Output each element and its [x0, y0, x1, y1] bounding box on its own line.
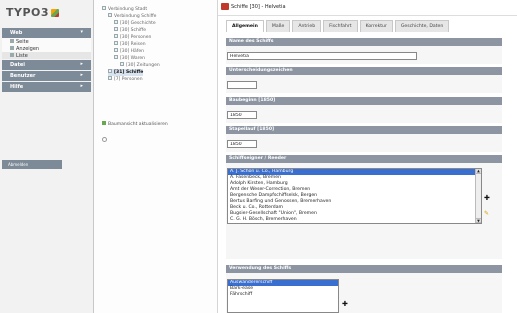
module-item-label: Seite	[16, 39, 29, 45]
page-icon	[114, 34, 118, 38]
typo3-logo: TYPO3	[0, 0, 93, 27]
tree-node[interactable]: [30] Waren	[114, 55, 145, 62]
page-icon	[114, 55, 118, 59]
tab-4[interactable]: Korrektur	[359, 20, 393, 32]
tree-refresh-label: Baumansicht aktualisieren	[108, 122, 168, 127]
section-launched: Stapellauf [1850]	[226, 126, 502, 134]
page-tree: Verbindung Stadt Verbindung Schiffe [30] G…	[94, 0, 218, 313]
add-icon[interactable]: ✚	[342, 300, 348, 308]
owners-select[interactable]: ▲ ▼ A. J. Schön u. Co., Hamburg A. Fasenbe…	[227, 168, 482, 224]
page-icon	[114, 41, 118, 45]
tree-node-label: [30] Personen	[120, 35, 152, 40]
scroll-up-icon[interactable]: ▲	[476, 169, 481, 174]
page-icon	[114, 27, 118, 31]
ship-use-select[interactable]: Auswandererschiff Bark-ease Fährschiff	[227, 279, 339, 313]
record-icon	[221, 3, 229, 10]
page-icon	[114, 48, 118, 52]
scrollbar[interactable]: ▲ ▼	[475, 169, 481, 223]
chevron-right-icon: ▸	[80, 72, 83, 78]
module-item-list[interactable]: Liste	[2, 52, 91, 59]
page-icon	[114, 20, 118, 24]
tree-node[interactable]: [7] Personen	[108, 76, 143, 83]
tree-node-label: [30] Häfen	[120, 49, 145, 54]
logout-button[interactable]: Abmelden	[2, 160, 62, 169]
tree-node[interactable]: Verbindung Schiffe	[108, 13, 156, 20]
tree-node-label: Verbindung Schiffe	[114, 14, 157, 19]
module-group-web[interactable]: Web ▾	[2, 28, 91, 38]
section-built: Baubeginn [1850]	[226, 97, 502, 105]
tree-node[interactable]: [30] Häfen	[114, 48, 144, 55]
refresh-icon	[102, 121, 106, 125]
module-item-view[interactable]: Anzeigen	[2, 45, 91, 52]
tree-node-label: [7] Personen	[114, 77, 143, 82]
chevron-right-icon: ▸	[80, 83, 83, 89]
section-name: Name des Schiffs	[226, 38, 502, 46]
typo3-logo-icon	[51, 9, 60, 17]
module-group-help[interactable]: Hilfe ▸	[2, 82, 91, 92]
add-icon[interactable]: ✚	[484, 194, 490, 202]
record-title: Schiffe [30] - Helvetia	[231, 4, 286, 10]
module-group-label: Web	[10, 30, 23, 36]
tab-2[interactable]: Antrieb	[292, 20, 322, 32]
logo-text: TYPO3	[6, 6, 50, 19]
page-icon	[108, 76, 112, 80]
tree-node-label: [30] Schiffe	[120, 28, 146, 33]
section-use: Verwendung des Schiffs	[226, 265, 502, 273]
tree-node-label: [30] Waren	[120, 56, 145, 61]
edit-form: Schiffe [30] - Helvetia Allgemein Maße Ant…	[218, 0, 517, 313]
launched-year-input[interactable]	[227, 140, 257, 148]
record-header: Schiffe [30] - Helvetia	[218, 0, 517, 16]
module-menu: TYPO3 Web ▾ Seite Anzeigen Liste Datei ▸ B…	[0, 0, 94, 313]
tree-node[interactable]: [30] Reisen	[114, 41, 146, 48]
module-group-user[interactable]: Benutzer ▸	[2, 71, 91, 81]
module-item-page[interactable]: Seite	[2, 38, 91, 45]
module-group-label: Datei	[10, 62, 26, 68]
tree-node[interactable]: [30] Geschichte	[114, 20, 156, 27]
tree-node-label: [30] Zeitungen	[126, 63, 160, 68]
tree-node-label: [30] Geschichte	[120, 21, 156, 26]
tab-bar: Allgemein Maße Antrieb Fischfahrt Korrektur G…	[226, 20, 450, 32]
module-group-label: Hilfe	[10, 84, 24, 90]
page-icon	[102, 6, 106, 10]
list-option[interactable]: Fährschiff	[228, 292, 338, 298]
tree-node[interactable]: [31] Schiffe	[108, 69, 144, 76]
edit-icon[interactable]: ✎	[484, 210, 489, 217]
ident-input[interactable]	[227, 81, 257, 89]
module-item-label: Anzeigen	[16, 46, 40, 52]
tab-3[interactable]: Fischfahrt	[323, 20, 358, 32]
page-icon	[108, 13, 112, 17]
list-icon	[10, 53, 14, 57]
chevron-down-icon: ▾	[80, 29, 83, 35]
tab-1[interactable]: Maße	[265, 20, 291, 32]
tree-node-label: Verbindung Stadt	[108, 7, 148, 12]
built-year-input[interactable]	[227, 111, 257, 119]
module-item-label: Liste	[16, 53, 28, 59]
tab-5[interactable]: Geschichte, Daten	[394, 20, 450, 32]
page-icon	[108, 69, 112, 73]
help-icon[interactable]	[102, 137, 107, 142]
tree-node-label: [30] Reisen	[120, 42, 146, 47]
tree-node-label: [31] Schiffe	[114, 70, 144, 75]
page-icon	[10, 39, 14, 43]
module-group-file[interactable]: Datei ▸	[2, 60, 91, 70]
tab-0[interactable]: Allgemein	[226, 20, 264, 32]
view-icon	[10, 46, 14, 50]
chevron-right-icon: ▸	[80, 61, 83, 67]
tree-node[interactable]: [30] Schiffe	[114, 27, 146, 34]
tree-node[interactable]: Verbindung Stadt	[102, 6, 147, 13]
section-ident: Unterscheidungszeichen	[226, 67, 502, 75]
tree-node[interactable]: [30] Zeitungen	[120, 62, 160, 69]
tree-node[interactable]: [30] Personen	[114, 34, 151, 41]
ship-name-input[interactable]	[227, 52, 417, 60]
module-group-label: Benutzer	[10, 73, 36, 79]
section-owners: Schiffseigner / Reeder	[226, 155, 502, 163]
tree-refresh-link[interactable]: Baumansicht aktualisieren	[102, 121, 168, 127]
page-icon	[120, 62, 124, 66]
list-option[interactable]: C. G. H. Bösch, Bremerhaven	[228, 217, 481, 223]
scroll-down-icon[interactable]: ▼	[476, 218, 481, 223]
